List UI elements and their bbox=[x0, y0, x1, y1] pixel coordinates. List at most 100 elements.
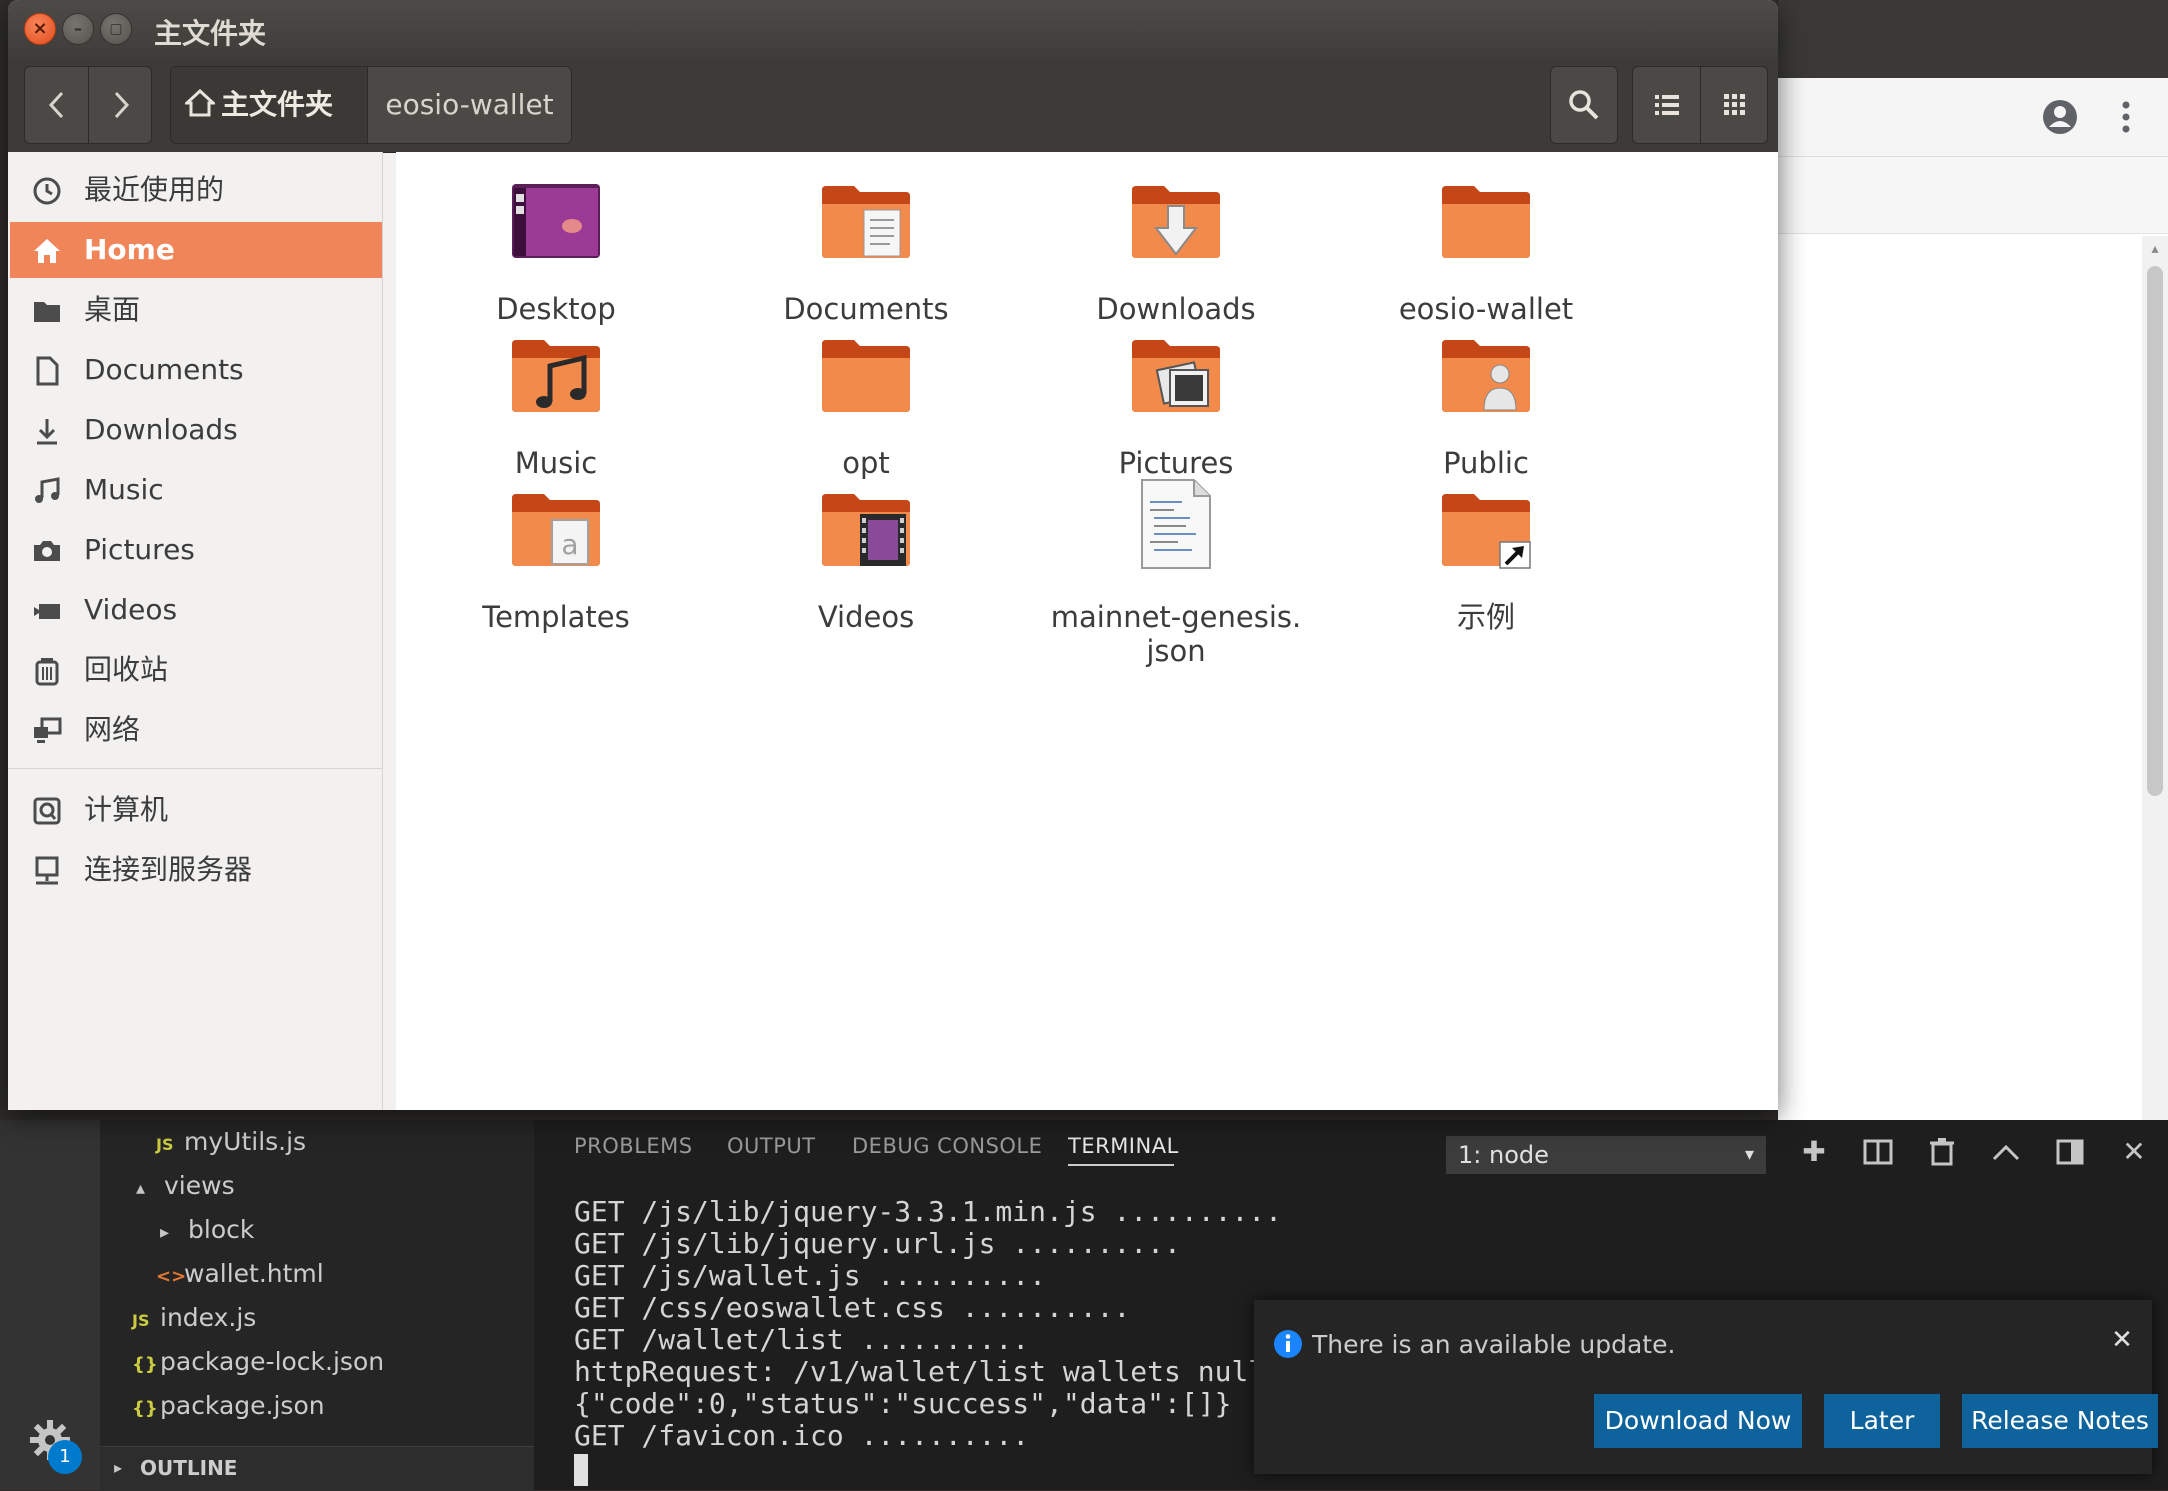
file-item-downloads[interactable]: Downloads bbox=[1026, 182, 1326, 332]
breadcrumb-current[interactable]: eosio-wallet bbox=[368, 67, 571, 143]
folder-icon bbox=[822, 340, 910, 412]
account-icon[interactable] bbox=[2040, 97, 2080, 137]
list-view-button[interactable] bbox=[1633, 67, 1700, 143]
release-notes-button[interactable]: Release Notes bbox=[1962, 1394, 2158, 1448]
sidebar-item-recent[interactable]: 最近使用的 bbox=[10, 162, 382, 218]
tree-item-views[interactable]: ▴ views bbox=[136, 1166, 235, 1206]
terminal-line: httpRequest: /v1/wallet/list wallets nul… bbox=[574, 1355, 1266, 1388]
file-grid: Desktop Documents Downloads eosio-wallet… bbox=[396, 152, 1778, 1110]
sidebar-item-pictures[interactable]: Pictures bbox=[10, 522, 382, 578]
terminal-line: GET /css/eoswallet.css .......... bbox=[574, 1291, 1131, 1324]
download-now-button[interactable]: Download Now bbox=[1594, 1394, 1802, 1448]
later-button[interactable]: Later bbox=[1824, 1394, 1940, 1448]
folder-icon bbox=[1442, 186, 1530, 258]
outline-section-header[interactable]: ▸ OUTLINE bbox=[100, 1446, 534, 1491]
tree-item-package-json[interactable]: {}package.json bbox=[132, 1386, 325, 1426]
tree-item-wallet-html[interactable]: <>wallet.html bbox=[156, 1254, 324, 1294]
svg-text:a: a bbox=[561, 528, 578, 561]
list-view-icon bbox=[1654, 95, 1679, 115]
camera-icon bbox=[34, 541, 60, 561]
file-item-templates[interactable]: a Templates bbox=[406, 490, 706, 640]
sidebar-item-documents[interactable]: Documents bbox=[10, 342, 382, 398]
terminal-select[interactable]: 1: node ▾ bbox=[1446, 1136, 1766, 1174]
tab-output[interactable]: OUTPUT bbox=[727, 1134, 816, 1158]
sidebar-item-trash[interactable]: 回收站 bbox=[10, 642, 382, 698]
maximize-icon: ▢ bbox=[109, 21, 123, 37]
terminal-line: GET /favicon.ico .......... bbox=[574, 1419, 1030, 1452]
window-close-button[interactable]: × bbox=[24, 13, 56, 45]
browser-toolbar bbox=[1778, 78, 2168, 157]
plus-icon[interactable]: ✚ bbox=[1794, 1132, 1834, 1172]
tab-problems[interactable]: PROBLEMS bbox=[574, 1134, 693, 1158]
documents-folder-icon bbox=[822, 186, 910, 258]
chevron-down-icon: ▴ bbox=[136, 1178, 146, 1199]
tree-item-package-lock[interactable]: {}package-lock.json bbox=[132, 1342, 384, 1382]
breadcrumb-home[interactable]: 主文件夹 bbox=[171, 67, 367, 143]
search-icon bbox=[1569, 90, 1599, 120]
terminal-line: GET /js/lib/jquery-3.3.1.min.js ........… bbox=[574, 1195, 1283, 1228]
close-icon[interactable]: ✕ bbox=[2104, 1322, 2140, 1358]
json-file-icon: {} bbox=[132, 1354, 158, 1375]
file-item-examples[interactable]: 示例 bbox=[1336, 490, 1636, 640]
window-maximize-button[interactable]: ▢ bbox=[100, 13, 132, 45]
search-button[interactable] bbox=[1550, 66, 1618, 144]
file-item-mainnet-genesis[interactable]: mainnet-genesis. json bbox=[1026, 478, 1326, 668]
maximize-panel-icon[interactable] bbox=[2050, 1132, 2090, 1172]
file-item-opt[interactable]: opt bbox=[716, 336, 1016, 486]
sidebar-item-home[interactable]: Home bbox=[10, 222, 382, 278]
videos-folder-icon bbox=[822, 494, 910, 566]
sidebar: 最近使用的 Home 桌面 Documents Downloads Music … bbox=[8, 152, 383, 1110]
back-button[interactable] bbox=[25, 67, 88, 143]
tab-terminal[interactable]: TERMINAL bbox=[1068, 1134, 1179, 1158]
file-item-eosio-wallet[interactable]: eosio-wallet bbox=[1336, 182, 1636, 332]
file-item-desktop[interactable]: Desktop bbox=[406, 182, 706, 332]
active-tab-indicator bbox=[1068, 1164, 1174, 1166]
tab-debug-console[interactable]: DEBUG CONSOLE bbox=[852, 1134, 1042, 1158]
trash-icon bbox=[35, 658, 59, 686]
js-file-icon: JS bbox=[132, 1311, 150, 1330]
kebab-menu-icon[interactable] bbox=[2120, 99, 2132, 135]
computer-icon bbox=[33, 797, 61, 825]
file-item-music[interactable]: Music bbox=[406, 336, 706, 486]
scroll-up-icon[interactable]: ▴ bbox=[2146, 240, 2164, 258]
tree-item-index-js[interactable]: JS index.js bbox=[132, 1298, 256, 1338]
close-panel-icon[interactable]: ✕ bbox=[2114, 1132, 2154, 1172]
terminal-line: GET /wallet/list .......... bbox=[574, 1323, 1030, 1356]
toolbar: 主文件夹 eosio-wallet bbox=[8, 58, 1778, 153]
sidebar-item-desktop[interactable]: 桌面 bbox=[10, 282, 382, 338]
view-toggle bbox=[1632, 66, 1768, 144]
file-item-videos[interactable]: Videos bbox=[716, 490, 1016, 640]
tree-item-block[interactable]: ▸ block bbox=[160, 1210, 254, 1250]
window-title: 主文件夹 bbox=[154, 17, 267, 50]
desktop-folder-icon bbox=[512, 184, 600, 258]
split-icon[interactable] bbox=[1858, 1132, 1898, 1172]
browser-scrollbar[interactable]: ▴ ▾ bbox=[2142, 236, 2168, 1196]
forward-button[interactable] bbox=[89, 67, 152, 143]
trash-icon[interactable] bbox=[1922, 1132, 1962, 1172]
file-item-public[interactable]: Public bbox=[1336, 336, 1636, 486]
video-icon bbox=[34, 604, 60, 619]
grid-view-button[interactable] bbox=[1701, 67, 1768, 143]
sidebar-item-downloads[interactable]: Downloads bbox=[10, 402, 382, 458]
document-icon bbox=[36, 356, 59, 386]
clock-icon bbox=[33, 177, 61, 205]
browser-window: ▴ ▾ bbox=[1778, 78, 2168, 1196]
chevron-right-icon: ▸ bbox=[114, 1458, 123, 1477]
file-manager-window: × – ▢ 主文件夹 主文件夹 eosio-wallet 最近使用的 Home … bbox=[8, 0, 1778, 1110]
file-item-pictures[interactable]: Pictures bbox=[1026, 336, 1326, 486]
title-bar: × – ▢ 主文件夹 bbox=[8, 0, 1778, 58]
file-item-documents[interactable]: Documents bbox=[716, 182, 1016, 332]
chevron-up-icon[interactable] bbox=[1986, 1132, 2026, 1172]
sidebar-item-network[interactable]: 网络 bbox=[10, 702, 382, 758]
sidebar-item-music[interactable]: Music bbox=[10, 462, 382, 518]
sidebar-item-connect-server[interactable]: 连接到服务器 bbox=[10, 842, 382, 898]
sidebar-item-computer[interactable]: 计算机 bbox=[10, 782, 382, 838]
terminal-line: {"code":0,"status":"success","data":[]} bbox=[574, 1387, 1232, 1420]
scrollbar-thumb[interactable] bbox=[2147, 266, 2163, 796]
close-icon: × bbox=[32, 18, 48, 39]
tree-item-myutils[interactable]: JS myUtils.js bbox=[156, 1122, 306, 1162]
sidebar-item-videos[interactable]: Videos bbox=[10, 582, 382, 638]
home-icon bbox=[34, 239, 60, 263]
window-minimize-button[interactable]: – bbox=[62, 13, 94, 45]
download-icon bbox=[37, 419, 57, 445]
